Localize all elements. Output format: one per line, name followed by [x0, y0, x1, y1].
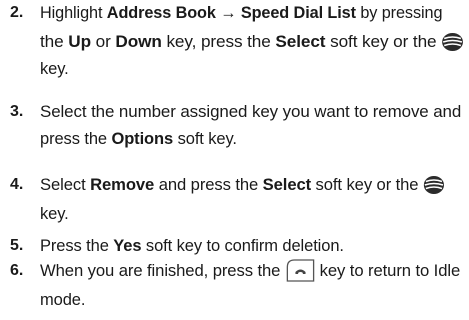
step-text: the: [40, 33, 69, 51]
bold-term: Address Book: [106, 4, 216, 22]
step-text: and press the: [154, 176, 263, 194]
step-text: soft key or the: [325, 33, 442, 51]
step-text-line: When you are finished, press the key to …: [40, 258, 460, 285]
step-text: or: [90, 33, 116, 51]
step-number: 6.: [10, 262, 24, 279]
step-text-line: Select the number assigned key you want …: [40, 99, 461, 125]
step-text-line: Highlight Address Book → Speed Dial List…: [40, 0, 442, 26]
step-text-line: the Up or Down key, press the Select sof…: [40, 29, 464, 55]
bold-term: Options: [111, 130, 174, 148]
step-text: Select the number assigned key you want …: [40, 103, 462, 121]
step-text: soft key or the: [311, 176, 423, 194]
step-number: 4.: [10, 176, 24, 193]
bold-term: Yes: [113, 237, 142, 255]
step-text: key.: [40, 60, 69, 78]
step-text: by pressing: [355, 4, 443, 22]
step-number: 2.: [10, 4, 24, 21]
step-text-line: mode.: [40, 287, 85, 313]
step-text: Select: [40, 176, 91, 194]
step-number: 3.: [10, 103, 24, 120]
bold-term: →: [220, 4, 237, 22]
navigation-key-icon: [441, 32, 464, 52]
bold-term: Speed Dial List: [240, 4, 356, 22]
step-text: Highlight: [40, 4, 107, 22]
bold-term: Down: [115, 33, 162, 51]
step-text-line: Select Remove and press the Select soft …: [40, 172, 445, 198]
step-text: When you are finished, press the: [40, 262, 285, 280]
end-key-icon: [285, 257, 315, 283]
step-text-line: key.: [40, 201, 69, 227]
step-text: Press the: [40, 237, 114, 255]
navigation-key-icon: [423, 175, 445, 195]
bold-term: Remove: [90, 176, 155, 194]
bold-term: Select: [275, 33, 326, 51]
step-number: 5.: [10, 237, 24, 254]
step-text: key, press the: [161, 33, 276, 51]
step-text: soft key to confirm deletion.: [141, 237, 344, 255]
step-text: press the: [40, 130, 112, 148]
step-text-line: key.: [40, 56, 69, 82]
step-text: key.: [40, 205, 69, 223]
step-text: soft key.: [173, 130, 237, 148]
step-text: mode.: [40, 291, 86, 309]
step-text: key to return to Idle: [315, 262, 461, 280]
step-text-line: Press the Yes soft key to confirm deleti…: [40, 233, 344, 259]
bold-term: Up: [68, 33, 91, 51]
bold-term: Select: [262, 176, 312, 194]
step-text-line: press the Options soft key.: [40, 126, 237, 152]
